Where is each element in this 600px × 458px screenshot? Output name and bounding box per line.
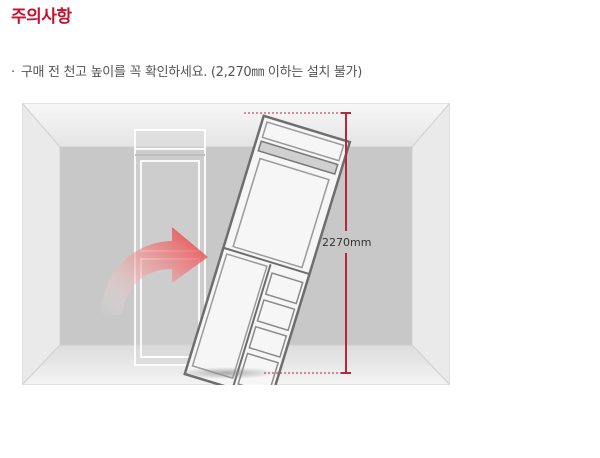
notice-text: 구매 전 천고 높이를 꼭 확인하세요. (2,270㎜ 이하는 설치 불가) <box>20 65 362 80</box>
bullet: · <box>11 65 15 80</box>
room-diagram-svg: 2270mm <box>22 103 450 385</box>
left-wall <box>22 103 61 385</box>
right-wall <box>411 103 450 385</box>
wardrobe-shadow <box>177 367 277 379</box>
room-installation-illustration: 2270mm <box>22 103 450 385</box>
ceiling-height-notice: · 구매 전 천고 높이를 꼭 확인하세요. (2,270㎜ 이하는 설치 불가) <box>11 61 362 80</box>
height-dimension-label: 2270mm <box>322 236 371 249</box>
ceiling <box>22 103 450 148</box>
page-title: 주의사항 <box>11 7 72 27</box>
